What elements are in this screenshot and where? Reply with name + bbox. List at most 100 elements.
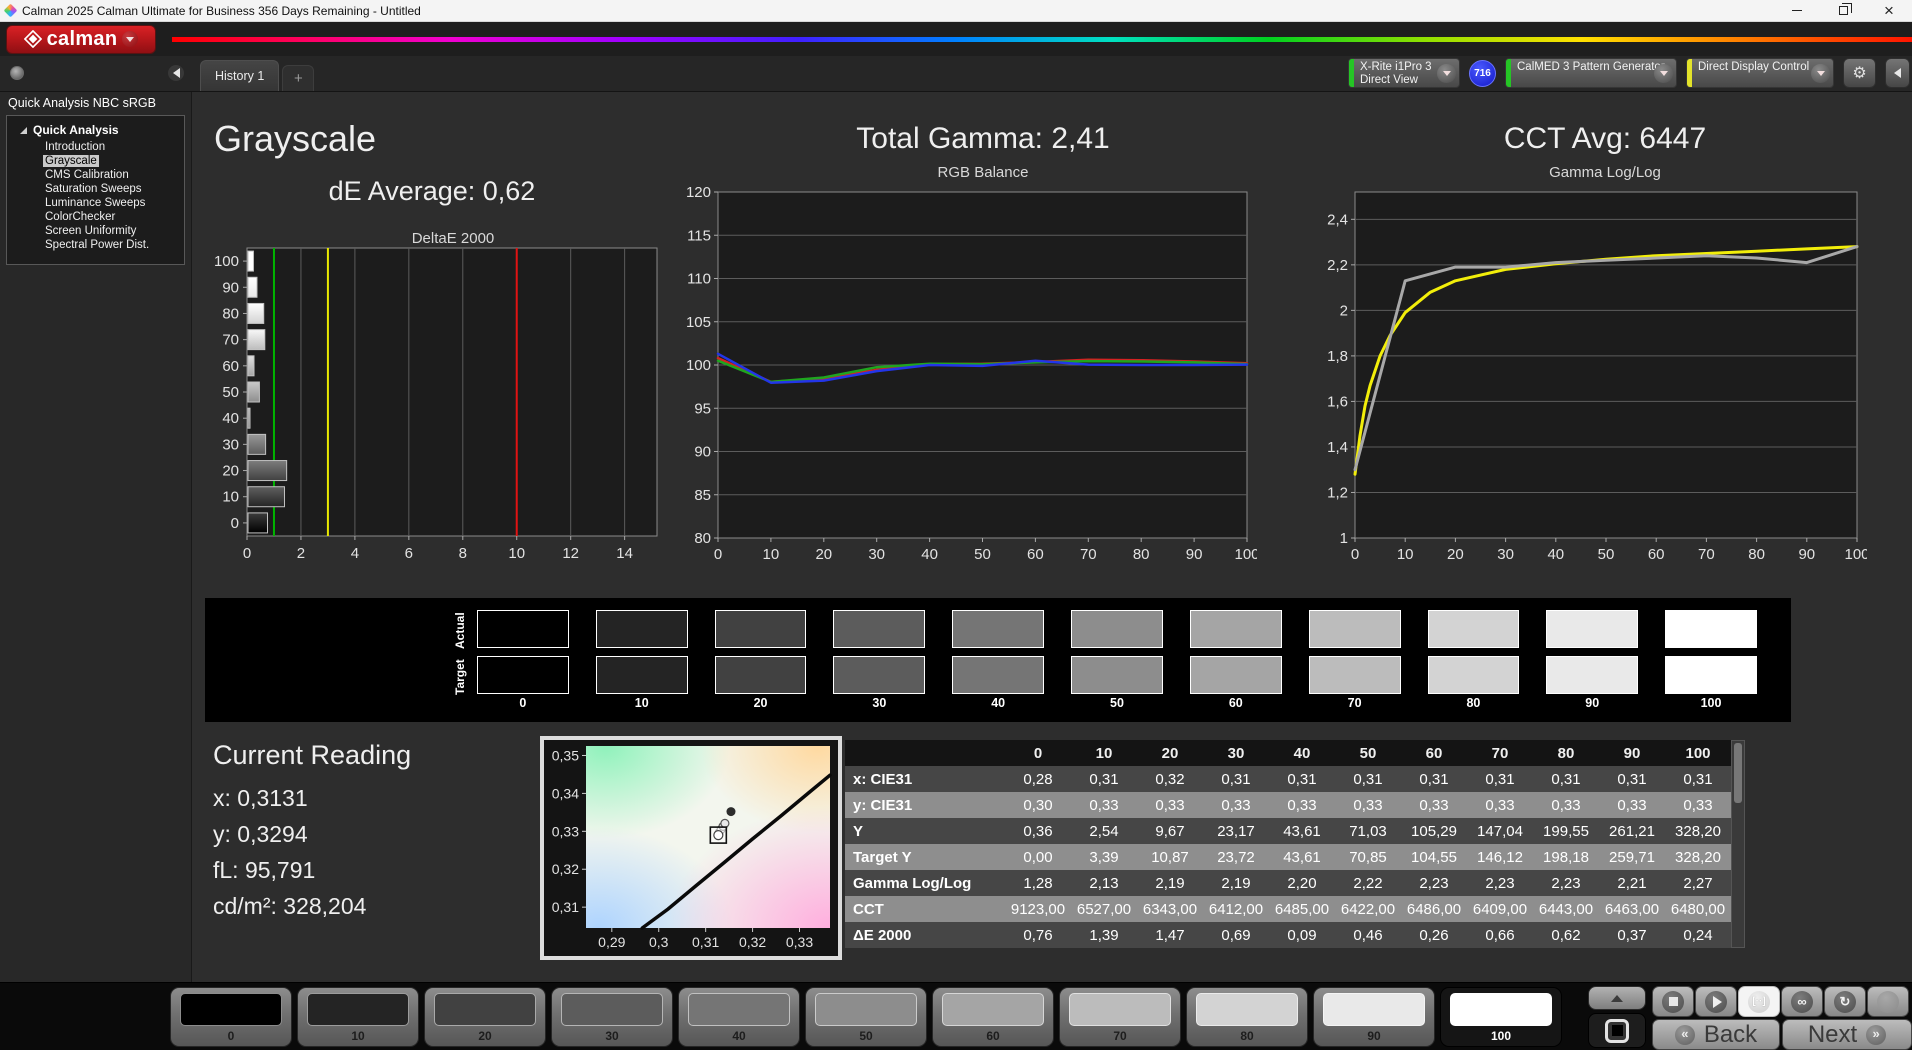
swatch-level-label: 10 [596,696,688,710]
svg-text:40: 40 [921,546,938,563]
pattern-window-button[interactable] [1588,1013,1646,1048]
pattern-bar-expand-button[interactable] [1588,986,1646,1010]
table-col-header-60: 60 [1401,740,1467,766]
table-cell: 6486,00 [1401,896,1467,922]
svg-text:40: 40 [1547,546,1564,563]
patch-level-label: 70 [1060,1029,1180,1043]
table-cell: 0,33 [1269,792,1335,818]
svg-text:8: 8 [459,545,467,562]
svg-text:100: 100 [1234,546,1257,563]
table-cell: 0,76 [1005,922,1071,948]
minimize-button[interactable] [1774,0,1820,21]
svg-text:10: 10 [508,545,525,562]
patch-level-label: 50 [806,1029,926,1043]
sidebar-item-screen-uniformity[interactable]: Screen Uniformity [11,224,180,238]
table-cell: 6527,00 [1071,896,1137,922]
pattern-patch-40[interactable]: 40 [678,987,800,1047]
reading-x: x: 0,3131 [213,785,411,812]
swatch-column-0: 0 [477,610,569,710]
refresh-button[interactable]: ↻ [1824,986,1866,1017]
pattern-patch-50[interactable]: 50 [805,987,927,1047]
table-cell: 9,67 [1137,818,1203,844]
new-tab-button[interactable]: + [282,65,314,91]
meter-dropdown[interactable]: X-Rite i1Pro 3 Direct View [1348,58,1460,88]
sidebar-collapse-button[interactable] [168,65,184,81]
target-swatch-20 [715,656,807,694]
swatch-column-90: 90 [1546,610,1638,710]
patch-swatch [180,993,282,1026]
swatch-column-40: 40 [952,610,1044,710]
sidebar-item-colorchecker[interactable]: ColorChecker [11,210,180,224]
pattern-generator-dropdown[interactable]: CalMED 3 Pattern Generator [1505,58,1677,88]
meter-count-badge[interactable]: 716 [1469,60,1496,87]
svg-text:60: 60 [1027,546,1044,563]
pattern-patch-0[interactable]: 0 [170,987,292,1047]
pattern-patch-20[interactable]: 20 [424,987,546,1047]
sidebar-item-luminance-sweeps[interactable]: Luminance Sweeps [11,196,180,210]
table-cell: 0,26 [1401,922,1467,948]
table-cell: 0,33 [1071,792,1137,818]
sidebar-item-introduction[interactable]: Introduction [11,140,180,154]
blank-button[interactable] [1867,986,1909,1017]
sidebar-item-saturation-sweeps[interactable]: Saturation Sweeps [11,182,180,196]
table-cell: 6485,00 [1269,896,1335,922]
svg-text:12: 12 [562,545,579,562]
actual-swatch-90 [1546,610,1638,648]
svg-text:0,32: 0,32 [552,861,579,877]
close-button[interactable]: × [1866,0,1912,21]
svg-text:0: 0 [243,545,251,562]
swatch-column-80: 80 [1428,610,1520,710]
app-window: Calman 2025 Calman Ultimate for Business… [0,0,1912,1050]
gamma-loglog-line-chart: 2,42,221,81,61,41,2101020304050607080901… [1311,186,1867,568]
actual-swatch-0 [477,610,569,648]
table-cell: 2,23 [1401,870,1467,896]
svg-text:115: 115 [687,227,711,244]
pattern-patch-80[interactable]: 80 [1186,987,1308,1047]
pattern-patch-30[interactable]: 30 [551,987,673,1047]
tab-history-1[interactable]: History 1 [200,60,279,91]
table-row-label: Y [845,818,1005,844]
svg-text:2,2: 2,2 [1327,257,1348,274]
meter-name: X-Rite i1Pro 3 [1360,61,1432,73]
pattern-patch-70[interactable]: 70 [1059,987,1181,1047]
display-control-dropdown[interactable]: Direct Display Control [1686,58,1834,88]
table-cell: 6343,00 [1137,896,1203,922]
sidebar-item-spectral-power-dist-[interactable]: Spectral Power Dist. [11,238,180,252]
restore-button[interactable] [1820,0,1866,21]
next-button[interactable]: Next » [1782,1019,1912,1050]
pattern-window-button[interactable]: [··] [1738,986,1780,1017]
continuous-button[interactable]: ∞ [1781,986,1823,1017]
tree-root-quick-analysis[interactable]: Quick Analysis [11,123,180,137]
table-cell: 0,37 [1599,922,1665,948]
table-scrollbar[interactable] [1731,740,1745,948]
table-col-header-50: 50 [1335,740,1401,766]
pattern-patch-10[interactable]: 10 [297,987,419,1047]
play-button[interactable] [1695,986,1737,1017]
table-cell: 0,31 [1467,766,1533,792]
pattern-patch-100[interactable]: 100 [1440,987,1562,1047]
panel-collapse-button[interactable] [1885,58,1910,88]
table-cell: 2,23 [1467,870,1533,896]
pattern-patch-90[interactable]: 90 [1313,987,1435,1047]
svg-text:110: 110 [687,271,711,288]
svg-text:100: 100 [1844,546,1867,563]
calman-logo-button[interactable]: calman [6,25,156,54]
settings-button[interactable]: ⚙ [1843,58,1876,88]
svg-text:0,34: 0,34 [552,785,579,801]
meter-mode: Direct View [1360,74,1418,86]
stop-button[interactable] [1652,986,1694,1017]
sidebar-item-grayscale[interactable]: Grayscale [11,154,180,168]
actual-swatch-80 [1428,610,1520,648]
svg-text:90: 90 [1798,546,1815,563]
svg-text:80: 80 [1133,546,1150,563]
chevron-down-icon [1437,64,1456,83]
target-swatch-100 [1665,656,1757,694]
sidebar-item-cms-calibration[interactable]: CMS Calibration [11,168,180,182]
swatch-level-label: 100 [1665,696,1757,710]
table-cell: 6480,00 [1665,896,1731,922]
logo-menu-caret[interactable] [122,31,138,47]
pattern-patch-60[interactable]: 60 [932,987,1054,1047]
pin-icon[interactable] [10,66,24,80]
back-button[interactable]: « Back [1652,1019,1780,1050]
patch-level-label: 90 [1314,1029,1434,1043]
